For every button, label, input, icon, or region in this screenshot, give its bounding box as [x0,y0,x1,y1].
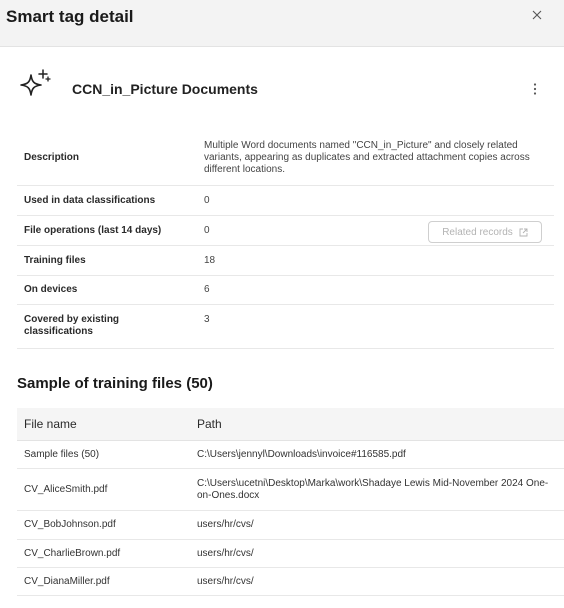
details-table: Description Multiple Word documents name… [17,130,554,349]
panel-header: Smart tag detail [0,0,564,47]
detail-label: Covered by existing classifications [24,314,120,337]
table-row[interactable]: CV_DianaMiller.pdf users/hr/cvs/ [17,568,564,596]
detail-label: Training files [24,254,86,266]
file-name-cell: CV_BobJohnson.pdf [24,519,116,530]
related-records-label: Related records [442,226,513,238]
close-button[interactable] [524,4,550,26]
detail-label: File operations (last 14 days) [24,224,162,236]
detail-label: On devices [24,284,78,295]
detail-row-covered: Covered by existing classifications 3 [17,305,554,349]
tag-name: CCN_in_Picture Documents [72,81,258,97]
table-row[interactable]: Sample files (50) C:\Users\jennyl\Downlo… [17,441,564,469]
file-name-cell: CV_CharlieBrown.pdf [24,547,121,559]
table-header: File name Path [17,408,564,441]
detail-row-used-in-classifications: Used in data classifications 0 [17,186,554,216]
file-name-cell: CV_AliceSmith.pdf [24,483,108,495]
external-link-icon [519,228,528,236]
detail-label: Used in data classifications [24,194,156,206]
detail-row-file-operations: File operations (last 14 days) 0 Related… [17,216,554,246]
detail-value: 6 [204,284,210,295]
detail-value: 0 [204,194,210,206]
close-icon [532,10,542,20]
training-files-table: File name Path Sample files (50) C:\User… [17,408,564,596]
detail-row-description: Description Multiple Word documents name… [17,130,554,186]
more-vertical-icon [533,83,537,95]
more-options-button[interactable] [526,78,544,100]
path-cell: users/hr/cvs/ [197,575,254,587]
related-records-button[interactable]: Related records [428,221,542,243]
table-row[interactable]: CV_AliceSmith.pdf C:\Users\ucetni\Deskto… [17,469,564,511]
column-header-file-name[interactable]: File name [17,417,197,431]
detail-value: Multiple Word documents named "CCN_in_Pi… [204,139,530,175]
table-row[interactable]: CV_BobJohnson.pdf users/hr/cvs/ [17,511,564,540]
detail-row-training-files: Training files 18 [17,246,554,276]
file-name-cell: CV_DianaMiller.pdf [24,575,110,587]
training-files-heading: Sample of training files (50) [17,375,213,392]
detail-value: 3 [204,314,210,325]
path-cell: C:\Users\jennyl\Downloads\invoice#116585… [197,448,406,460]
panel-title: Smart tag detail [6,7,134,26]
column-header-path[interactable]: Path [197,417,564,431]
detail-label: Description [24,151,80,163]
tag-summary: CCN_in_Picture Documents [0,68,564,108]
file-name-cell: Sample files (50) [24,448,100,460]
detail-value: 18 [204,254,216,266]
path-cell: C:\Users\ucetni\Desktop\Marka\work\Shada… [197,477,549,501]
table-row[interactable]: CV_CharlieBrown.pdf users/hr/cvs/ [17,540,564,568]
path-cell: users/hr/cvs/ [197,547,254,559]
path-cell: users/hr/cvs/ [197,519,254,530]
detail-row-on-devices: On devices 6 [17,276,554,305]
sparkle-icon [20,69,51,96]
